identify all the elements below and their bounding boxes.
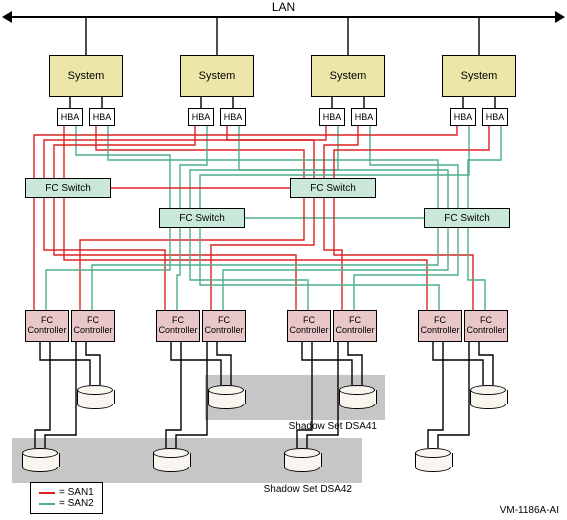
legend-label-san2: = SAN2 — [59, 498, 94, 509]
fc-switch-upper-2: FC Switch — [290, 178, 376, 198]
fc-controller-1a: FC Controller — [25, 310, 69, 342]
disk-3-upper — [339, 385, 375, 409]
legend-swatch-san2 — [39, 503, 55, 505]
fc-controller-2a: FC Controller — [156, 310, 200, 342]
fc-controller-2b: FC Controller — [202, 310, 246, 342]
fc-controller-4a: FC Controller — [418, 310, 462, 342]
hba-2b: HBA — [220, 108, 246, 126]
system-3: System — [311, 55, 385, 97]
fc-switch-upper-1: FC Switch — [25, 178, 111, 198]
legend-label-san1: = SAN1 — [59, 487, 94, 498]
diagram-canvas: LAN Shadow Set DSA41 Shadow Set DSA42 — [0, 0, 567, 520]
hba-3b: HBA — [351, 108, 377, 126]
fc-controller-3b: FC Controller — [333, 310, 377, 342]
fc-switch-lower-1: FC Switch — [159, 208, 245, 228]
lan-arrow-left — [2, 11, 12, 23]
disk-2-lower — [153, 448, 189, 472]
hba-1a: HBA — [57, 108, 83, 126]
image-id: VM-1186A-AI — [500, 505, 559, 516]
hba-3a: HBA — [319, 108, 345, 126]
hba-4a: HBA — [450, 108, 476, 126]
fc-controller-3a: FC Controller — [287, 310, 331, 342]
disk-1-lower — [22, 448, 58, 472]
system-1: System — [49, 55, 123, 97]
legend-swatch-san1 — [39, 492, 55, 494]
system-4: System — [442, 55, 516, 97]
fc-switch-lower-2: FC Switch — [424, 208, 510, 228]
disk-4-upper — [470, 385, 506, 409]
hba-2a: HBA — [188, 108, 214, 126]
system-2: System — [180, 55, 254, 97]
hba-4b: HBA — [482, 108, 508, 126]
fc-controller-4b: FC Controller — [464, 310, 508, 342]
hba-1b: HBA — [89, 108, 115, 126]
disk-2-upper — [208, 385, 244, 409]
disk-1-upper — [77, 385, 113, 409]
lan-bar — [10, 16, 557, 18]
shadow-set-dsa41-label: Shadow Set DSA41 — [205, 421, 377, 432]
lan-label: LAN — [0, 0, 567, 14]
legend: = SAN1 = SAN2 — [30, 482, 103, 514]
fc-controller-1b: FC Controller — [71, 310, 115, 342]
lan-arrow-right — [555, 11, 565, 23]
disk-3-lower — [284, 448, 320, 472]
disk-4-lower — [415, 448, 451, 472]
